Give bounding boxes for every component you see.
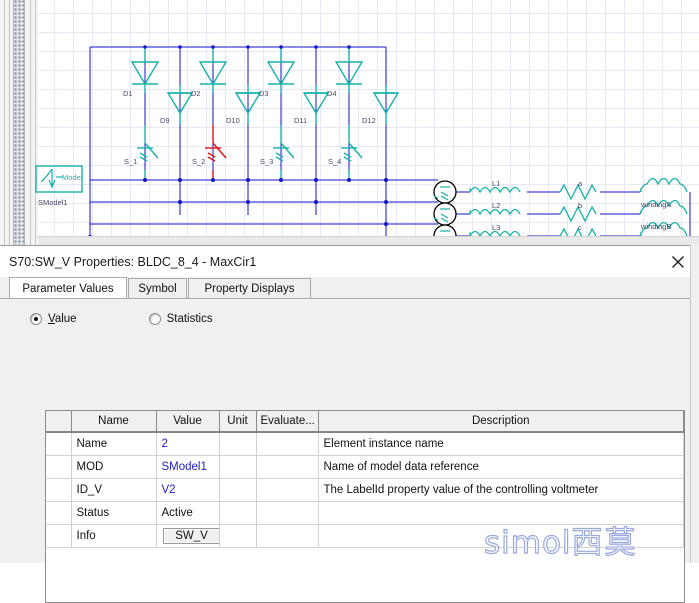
radio-statistics-label: Statistics bbox=[166, 313, 213, 325]
tab-strip: Parameter Values Symbol Property Display… bbox=[0, 277, 698, 300]
col-header-value[interactable]: Value bbox=[156, 411, 220, 433]
cell-description: Name of model data reference bbox=[318, 455, 684, 479]
table-row: Info SW_V bbox=[46, 524, 684, 548]
cell-value[interactable]: Active bbox=[156, 501, 220, 525]
table-header-row: Name Value Unit Evaluate... Description bbox=[46, 411, 684, 433]
row-selector[interactable] bbox=[46, 501, 72, 525]
tab-parameter-values[interactable]: Parameter Values bbox=[9, 277, 127, 300]
parameter-values-panel: Value Statistics Name Value Unit Evaluat… bbox=[0, 299, 698, 603]
label-windingB: windingB bbox=[640, 222, 671, 231]
table-row: ID_V V2 The LabelId property value of th… bbox=[46, 478, 684, 502]
label-L3: L3 bbox=[492, 223, 500, 232]
radio-value-dot bbox=[30, 313, 42, 325]
label-L1: L1 bbox=[492, 179, 500, 188]
table-row: Status Active bbox=[46, 501, 684, 525]
cell-name[interactable]: ID_V bbox=[71, 478, 157, 502]
schematic-drawing: D1 D2 D3 D4 D9 D10 D11 D12 S_1 S_2 S_3 S… bbox=[35, 45, 691, 245]
cell-unit[interactable] bbox=[219, 501, 257, 525]
cell-description: The LabelId property value of the contro… bbox=[318, 478, 684, 502]
smodel-inline-label: Model bbox=[62, 173, 83, 182]
info-swv-button[interactable]: SW_V bbox=[162, 528, 218, 544]
properties-table: Name Value Unit Evaluate... Description … bbox=[46, 411, 684, 548]
canvas-bottom-edge bbox=[38, 236, 699, 245]
col-header-evaluate[interactable]: Evaluate... bbox=[256, 411, 319, 433]
label-S1: S_1 bbox=[124, 157, 137, 166]
label-D2: D2 bbox=[191, 89, 201, 98]
cell-unit[interactable] bbox=[219, 432, 257, 456]
properties-table-container[interactable]: Name Value Unit Evaluate... Description … bbox=[45, 410, 685, 603]
row-selector[interactable] bbox=[46, 455, 72, 479]
cell-evaluate[interactable] bbox=[256, 501, 319, 525]
radio-statistics-dot bbox=[148, 313, 161, 325]
cell-description: Element instance name bbox=[318, 432, 684, 456]
cell-name[interactable]: Name bbox=[71, 432, 157, 456]
dialog-titlebar[interactable]: S70:SW_V Properties: BLDC_8_4 - MaxCir1 bbox=[0, 246, 698, 277]
label-D4: D4 bbox=[327, 89, 337, 98]
properties-dialog: S70:SW_V Properties: BLDC_8_4 - MaxCir1 … bbox=[0, 245, 699, 603]
radio-value[interactable]: Value bbox=[30, 313, 77, 325]
cell-value[interactable]: SModel1 bbox=[156, 455, 220, 479]
cell-name[interactable]: Info bbox=[71, 524, 157, 548]
table-row: Name 2 Element instance name bbox=[46, 432, 684, 456]
radio-value-label: Value bbox=[48, 313, 77, 325]
row-selector[interactable] bbox=[46, 478, 72, 502]
cell-unit[interactable] bbox=[219, 478, 257, 502]
label-L2: L2 bbox=[492, 201, 500, 210]
label-D1: D1 bbox=[123, 89, 133, 98]
cell-value: SW_V bbox=[156, 524, 220, 548]
col-header-name[interactable]: Name bbox=[71, 411, 157, 433]
cell-unit[interactable] bbox=[219, 524, 257, 548]
cell-evaluate[interactable] bbox=[256, 432, 319, 456]
radio-statistics[interactable]: Statistics bbox=[148, 313, 213, 325]
label-D10: D10 bbox=[226, 116, 240, 125]
row-selector[interactable] bbox=[46, 432, 72, 456]
cell-description bbox=[318, 501, 684, 525]
label-windingA: windingA bbox=[640, 200, 671, 209]
cell-evaluate[interactable] bbox=[256, 478, 319, 502]
cell-unit[interactable] bbox=[219, 455, 257, 479]
close-icon[interactable] bbox=[666, 250, 690, 273]
label-Rc: c bbox=[578, 223, 582, 232]
dialog-right-edge bbox=[690, 245, 699, 563]
table-row: MOD SModel1 Name of model data reference bbox=[46, 455, 684, 479]
label-D12: D12 bbox=[362, 116, 376, 125]
tab-symbol[interactable]: Symbol bbox=[128, 278, 187, 299]
cell-name[interactable]: Status bbox=[71, 501, 157, 525]
col-header-selector[interactable] bbox=[46, 411, 72, 433]
cell-evaluate[interactable] bbox=[256, 524, 319, 548]
col-header-unit[interactable]: Unit bbox=[219, 411, 257, 433]
col-header-description[interactable]: Description bbox=[318, 411, 684, 433]
cell-value[interactable]: V2 bbox=[156, 478, 220, 502]
cell-description bbox=[318, 524, 684, 548]
cell-name[interactable]: MOD bbox=[71, 455, 157, 479]
smodel-caption: SModel1 bbox=[38, 198, 68, 207]
row-selector[interactable] bbox=[46, 524, 72, 548]
label-S2: S_2 bbox=[192, 157, 205, 166]
label-S3: S_3 bbox=[260, 157, 273, 166]
label-S4: S_4 bbox=[328, 157, 341, 166]
cell-value[interactable]: 2 bbox=[156, 432, 220, 456]
dialog-title: S70:SW_V Properties: BLDC_8_4 - MaxCir1 bbox=[9, 254, 257, 269]
cell-evaluate[interactable] bbox=[256, 455, 319, 479]
view-mode-radio-group: Value Statistics bbox=[30, 310, 213, 328]
label-D3: D3 bbox=[259, 89, 269, 98]
tab-property-displays[interactable]: Property Displays bbox=[188, 278, 311, 299]
label-Rb: b bbox=[578, 201, 582, 210]
label-D9: D9 bbox=[160, 116, 170, 125]
label-Ra: a bbox=[578, 179, 583, 188]
label-D11: D11 bbox=[294, 116, 307, 125]
schematic-canvas[interactable]: D1 D2 D3 D4 D9 D10 D11 D12 S_1 S_2 S_3 S… bbox=[0, 0, 699, 245]
